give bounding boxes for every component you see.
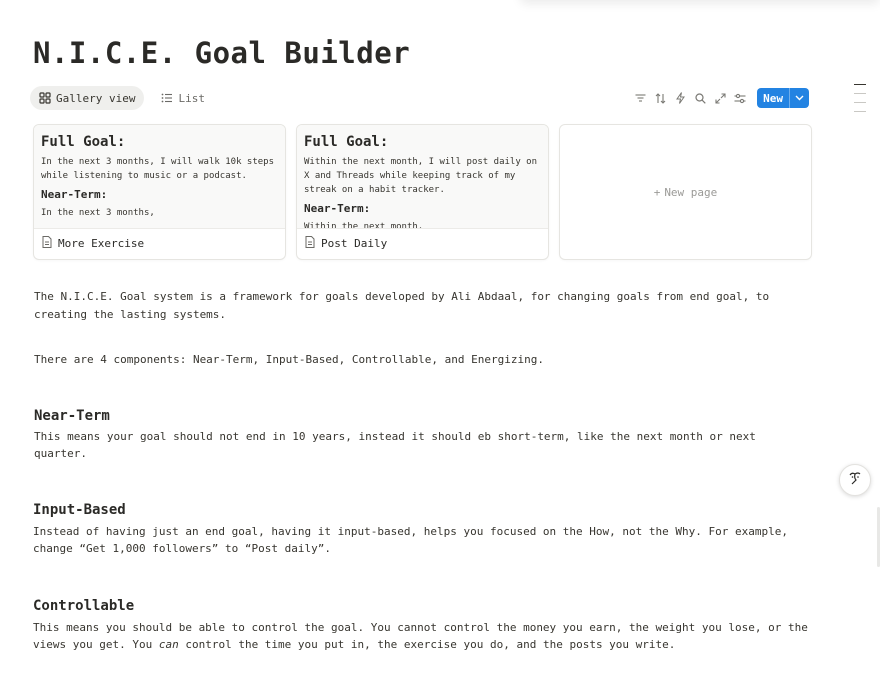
gallery-card[interactable]: Full Goal: Within the next month, I will… [296, 124, 549, 260]
toc-line [854, 93, 866, 94]
page-content: The N.I.C.E. Goal system is a framework … [33, 288, 814, 654]
new-page-card[interactable]: + New page [559, 124, 812, 260]
card-subtext: In the next 3 months, [41, 208, 155, 218]
toc-line [854, 111, 866, 112]
card-subheading: Near-Term: [304, 202, 371, 215]
plus-icon: + [653, 185, 661, 199]
card-preview: Full Goal: Within the next month, I will… [297, 125, 548, 229]
gallery: Full Goal: In the next 3 months, I will … [33, 124, 812, 260]
toc-line [854, 102, 866, 103]
input-based-paragraph: Instead of having just an end goal, havi… [33, 524, 788, 556]
tab-gallery-label: Gallery view [56, 91, 136, 105]
ai-assistant-button[interactable] [839, 464, 871, 496]
sort-icon[interactable] [652, 88, 668, 108]
gallery-grid-icon [39, 92, 51, 104]
controllable-emphasis: can [158, 638, 179, 651]
card-preview: Full Goal: In the next 3 months, I will … [34, 125, 285, 229]
view-tabs: Gallery view List [30, 86, 214, 110]
tab-list-label: List [178, 91, 205, 105]
controllable-heading: Controllable [33, 597, 135, 614]
card-title: Post Daily [321, 237, 388, 250]
new-button[interactable]: New [757, 88, 809, 108]
card-text: In the next 3 months, I will walk 10k st… [41, 157, 274, 181]
card-title-row[interactable]: Post Daily [297, 229, 548, 258]
settings-icon[interactable] [732, 88, 748, 108]
new-page-label: New page [664, 185, 718, 199]
page-icon [305, 236, 315, 251]
controllable-text-part: control the time you put in, the exercis… [178, 638, 676, 651]
card-subheading: Near-Term: [41, 188, 108, 201]
card-subtext: Within the next month, [304, 222, 424, 229]
tab-list[interactable]: List [152, 86, 214, 110]
list-icon [161, 92, 173, 104]
new-button-label: New [763, 91, 783, 105]
toc-line [854, 84, 866, 85]
tab-gallery-view[interactable]: Gallery view [30, 86, 145, 110]
gallery-card[interactable]: Full Goal: In the next 3 months, I will … [33, 124, 286, 260]
card-title-row[interactable]: More Exercise [34, 229, 285, 258]
search-icon[interactable] [692, 88, 708, 108]
filter-icon[interactable] [632, 88, 648, 108]
near-term-paragraph: This means your goal should not end in 1… [34, 429, 756, 461]
page-title: N.I.C.E. Goal Builder [33, 36, 411, 70]
automation-icon[interactable] [672, 88, 688, 108]
controllable-paragraph: This means you should be able to control… [33, 619, 814, 654]
card-heading: Full Goal: [41, 134, 126, 150]
input-based-heading: Input-Based [33, 501, 126, 518]
table-of-contents-indicator[interactable] [854, 84, 866, 112]
chevron-down-icon[interactable] [789, 88, 809, 108]
card-text: Within the next month, I will post daily… [304, 157, 537, 195]
ai-face-icon [846, 469, 864, 491]
expand-icon[interactable] [712, 88, 728, 108]
near-term-heading: Near-Term [34, 407, 110, 424]
card-heading: Full Goal: [304, 134, 389, 150]
intro-paragraph: The N.I.C.E. Goal system is a framework … [34, 290, 770, 321]
components-paragraph: There are 4 components: Near-Term, Input… [34, 353, 544, 366]
database-toolbar: New [632, 88, 809, 108]
card-title: More Exercise [58, 237, 145, 250]
page-icon [42, 236, 52, 251]
